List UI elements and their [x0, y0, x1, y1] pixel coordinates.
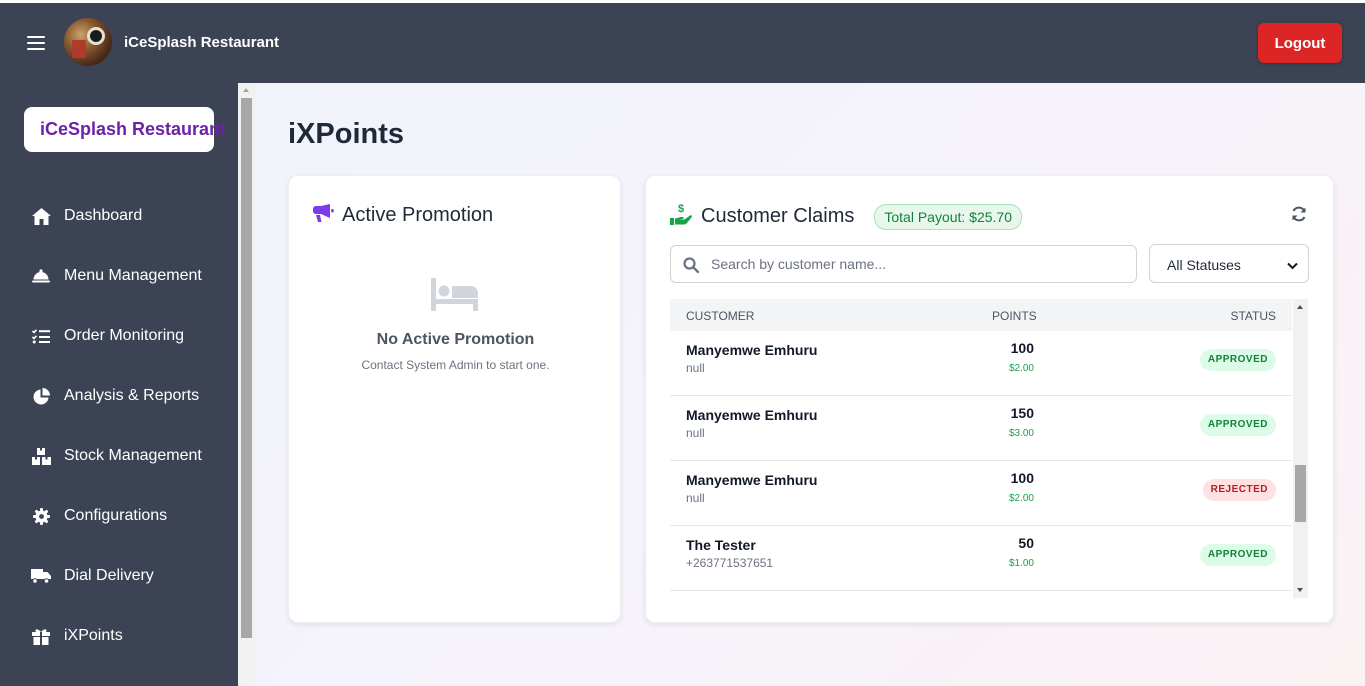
megaphone-icon	[313, 203, 334, 228]
truck-icon	[31, 566, 51, 586]
search-icon	[683, 257, 700, 278]
main-content: iXPoints Active Promotion No Active Prom…	[255, 83, 1365, 686]
sidebar: iCeSplash Restaurant Dashboard Menu Mana…	[0, 83, 238, 686]
points-value: 100	[1010, 470, 1034, 486]
status-badge: REJECTED	[1202, 479, 1276, 501]
claims-title: Customer Claims	[701, 205, 855, 227]
header-brand: iCeSplash Restaurant	[124, 34, 280, 51]
empty-promotion-subtitle: Contact System Admin to start one.	[361, 358, 550, 372]
status-filter-value: All Statuses	[1167, 257, 1241, 273]
sidebar-item-label: Order Monitoring	[64, 327, 185, 344]
scroll-up-icon[interactable]	[1297, 305, 1303, 309]
scroll-down-icon[interactable]	[1297, 588, 1303, 592]
sidebar-item-label: Menu Management	[64, 267, 202, 284]
sidebar-item-label: Analysis & Reports	[64, 387, 200, 404]
sidebar-brand-card: iCeSplash Restaurant	[24, 107, 226, 152]
logout-button[interactable]: Logout	[1258, 23, 1342, 63]
customer-phone: null	[686, 361, 705, 375]
table-scrollbar[interactable]	[1293, 299, 1308, 598]
restaurant-avatar	[64, 18, 112, 66]
sidebar-item-label: Stock Management	[64, 447, 202, 464]
bed-icon	[431, 278, 478, 316]
sidebar-scrollbar[interactable]	[238, 83, 255, 686]
sidebar-item-label: Dial Delivery	[64, 567, 154, 584]
sidebar-item-label: Configurations	[64, 507, 168, 524]
customer-phone: null	[686, 491, 705, 505]
scroll-up-icon[interactable]	[243, 88, 249, 92]
column-header-points: POINTS	[992, 309, 1037, 323]
svg-text:$: $	[678, 203, 684, 215]
sidebar-brand: iCeSplash Restaurant	[40, 119, 227, 139]
scrollbar-thumb[interactable]	[1295, 465, 1306, 522]
home-icon	[31, 206, 51, 226]
page-title: iXPoints	[288, 118, 405, 150]
points-value: 100	[1010, 340, 1034, 356]
amount-value: $2.00	[1008, 493, 1034, 504]
total-payout-badge: Total Payout: $25.70	[874, 203, 1023, 230]
column-header-status: STATUS	[1230, 309, 1276, 323]
amount-value: $2.00	[1008, 363, 1034, 374]
sidebar-item-analysis-reports[interactable]: Analysis & Reports	[0, 376, 238, 416]
refresh-icon[interactable]	[1291, 206, 1307, 227]
table-row[interactable]: The Tester +263771537651 50 $1.00 APPROV…	[670, 526, 1292, 591]
sidebar-item-label: Dashboard	[64, 207, 143, 224]
customer-name: Manyemwe Emhuru	[686, 342, 818, 358]
sidebar-item-stock-management[interactable]: Stock Management	[0, 436, 238, 476]
top-bar: iCeSplash Restaurant Logout	[0, 3, 1365, 83]
column-header-customer: CUSTOMER	[686, 309, 755, 323]
promotion-title: Active Promotion	[342, 204, 494, 226]
claims-header: $ Customer Claims Total Payout: $25.70	[670, 203, 1023, 230]
cloche-icon	[31, 266, 51, 286]
sidebar-item-dial-delivery[interactable]: Dial Delivery	[0, 556, 238, 596]
promotion-header: Active Promotion	[313, 203, 493, 228]
empty-promotion-title: No Active Promotion	[376, 331, 535, 348]
points-value: 50	[1018, 535, 1034, 551]
hand-money-icon: $	[670, 203, 693, 230]
status-badge: APPROVED	[1199, 544, 1276, 566]
search-input[interactable]	[711, 254, 1121, 274]
table-row[interactable]: Manyemwe Emhuru null 150 $3.00 APPROVED	[670, 396, 1292, 461]
sidebar-item-label: iXPoints	[64, 627, 123, 644]
points-value: 150	[1010, 405, 1034, 421]
sidebar-item-ixpoints[interactable]: iXPoints	[0, 616, 238, 656]
status-badge: APPROVED	[1199, 414, 1276, 436]
table-row[interactable]: Manyemwe Emhuru null 100 $2.00 APPROVED	[670, 331, 1292, 396]
customer-phone: +263771537651	[686, 556, 774, 570]
sidebar-item-menu-management[interactable]: Menu Management	[0, 256, 238, 296]
sidebar-item-order-monitoring[interactable]: Order Monitoring	[0, 316, 238, 356]
sidebar-item-dashboard[interactable]: Dashboard	[0, 196, 238, 236]
pie-chart-icon	[31, 386, 51, 406]
table-header: CUSTOMER POINTS STATUS	[670, 299, 1292, 331]
customer-name: The Tester	[686, 537, 756, 553]
list-check-icon	[31, 326, 51, 346]
search-field[interactable]	[670, 245, 1137, 283]
customer-name: Manyemwe Emhuru	[686, 407, 818, 423]
hamburger-menu-icon[interactable]	[27, 36, 45, 50]
gift-icon	[31, 626, 51, 646]
boxes-icon	[31, 446, 51, 466]
sidebar-item-configurations[interactable]: Configurations	[0, 496, 238, 536]
chevron-down-icon	[1287, 257, 1298, 275]
status-filter-select[interactable]: All Statuses	[1149, 244, 1309, 283]
customer-name: Manyemwe Emhuru	[686, 472, 818, 488]
active-promotion-card: Active Promotion No Active Promotion Con…	[288, 175, 621, 623]
customer-phone: null	[686, 426, 705, 440]
amount-value: $1.00	[1008, 558, 1034, 569]
table-row[interactable]: Manyemwe Emhuru null 100 $2.00 REJECTED	[670, 461, 1292, 526]
customer-claims-card: $ Customer Claims Total Payout: $25.70 A…	[645, 175, 1334, 623]
claims-table: CUSTOMER POINTS STATUS Manyemwe Emhuru n…	[670, 299, 1308, 598]
status-badge: APPROVED	[1199, 349, 1276, 371]
amount-value: $3.00	[1008, 428, 1034, 439]
gear-icon	[31, 506, 51, 526]
scrollbar-thumb[interactable]	[241, 98, 252, 638]
